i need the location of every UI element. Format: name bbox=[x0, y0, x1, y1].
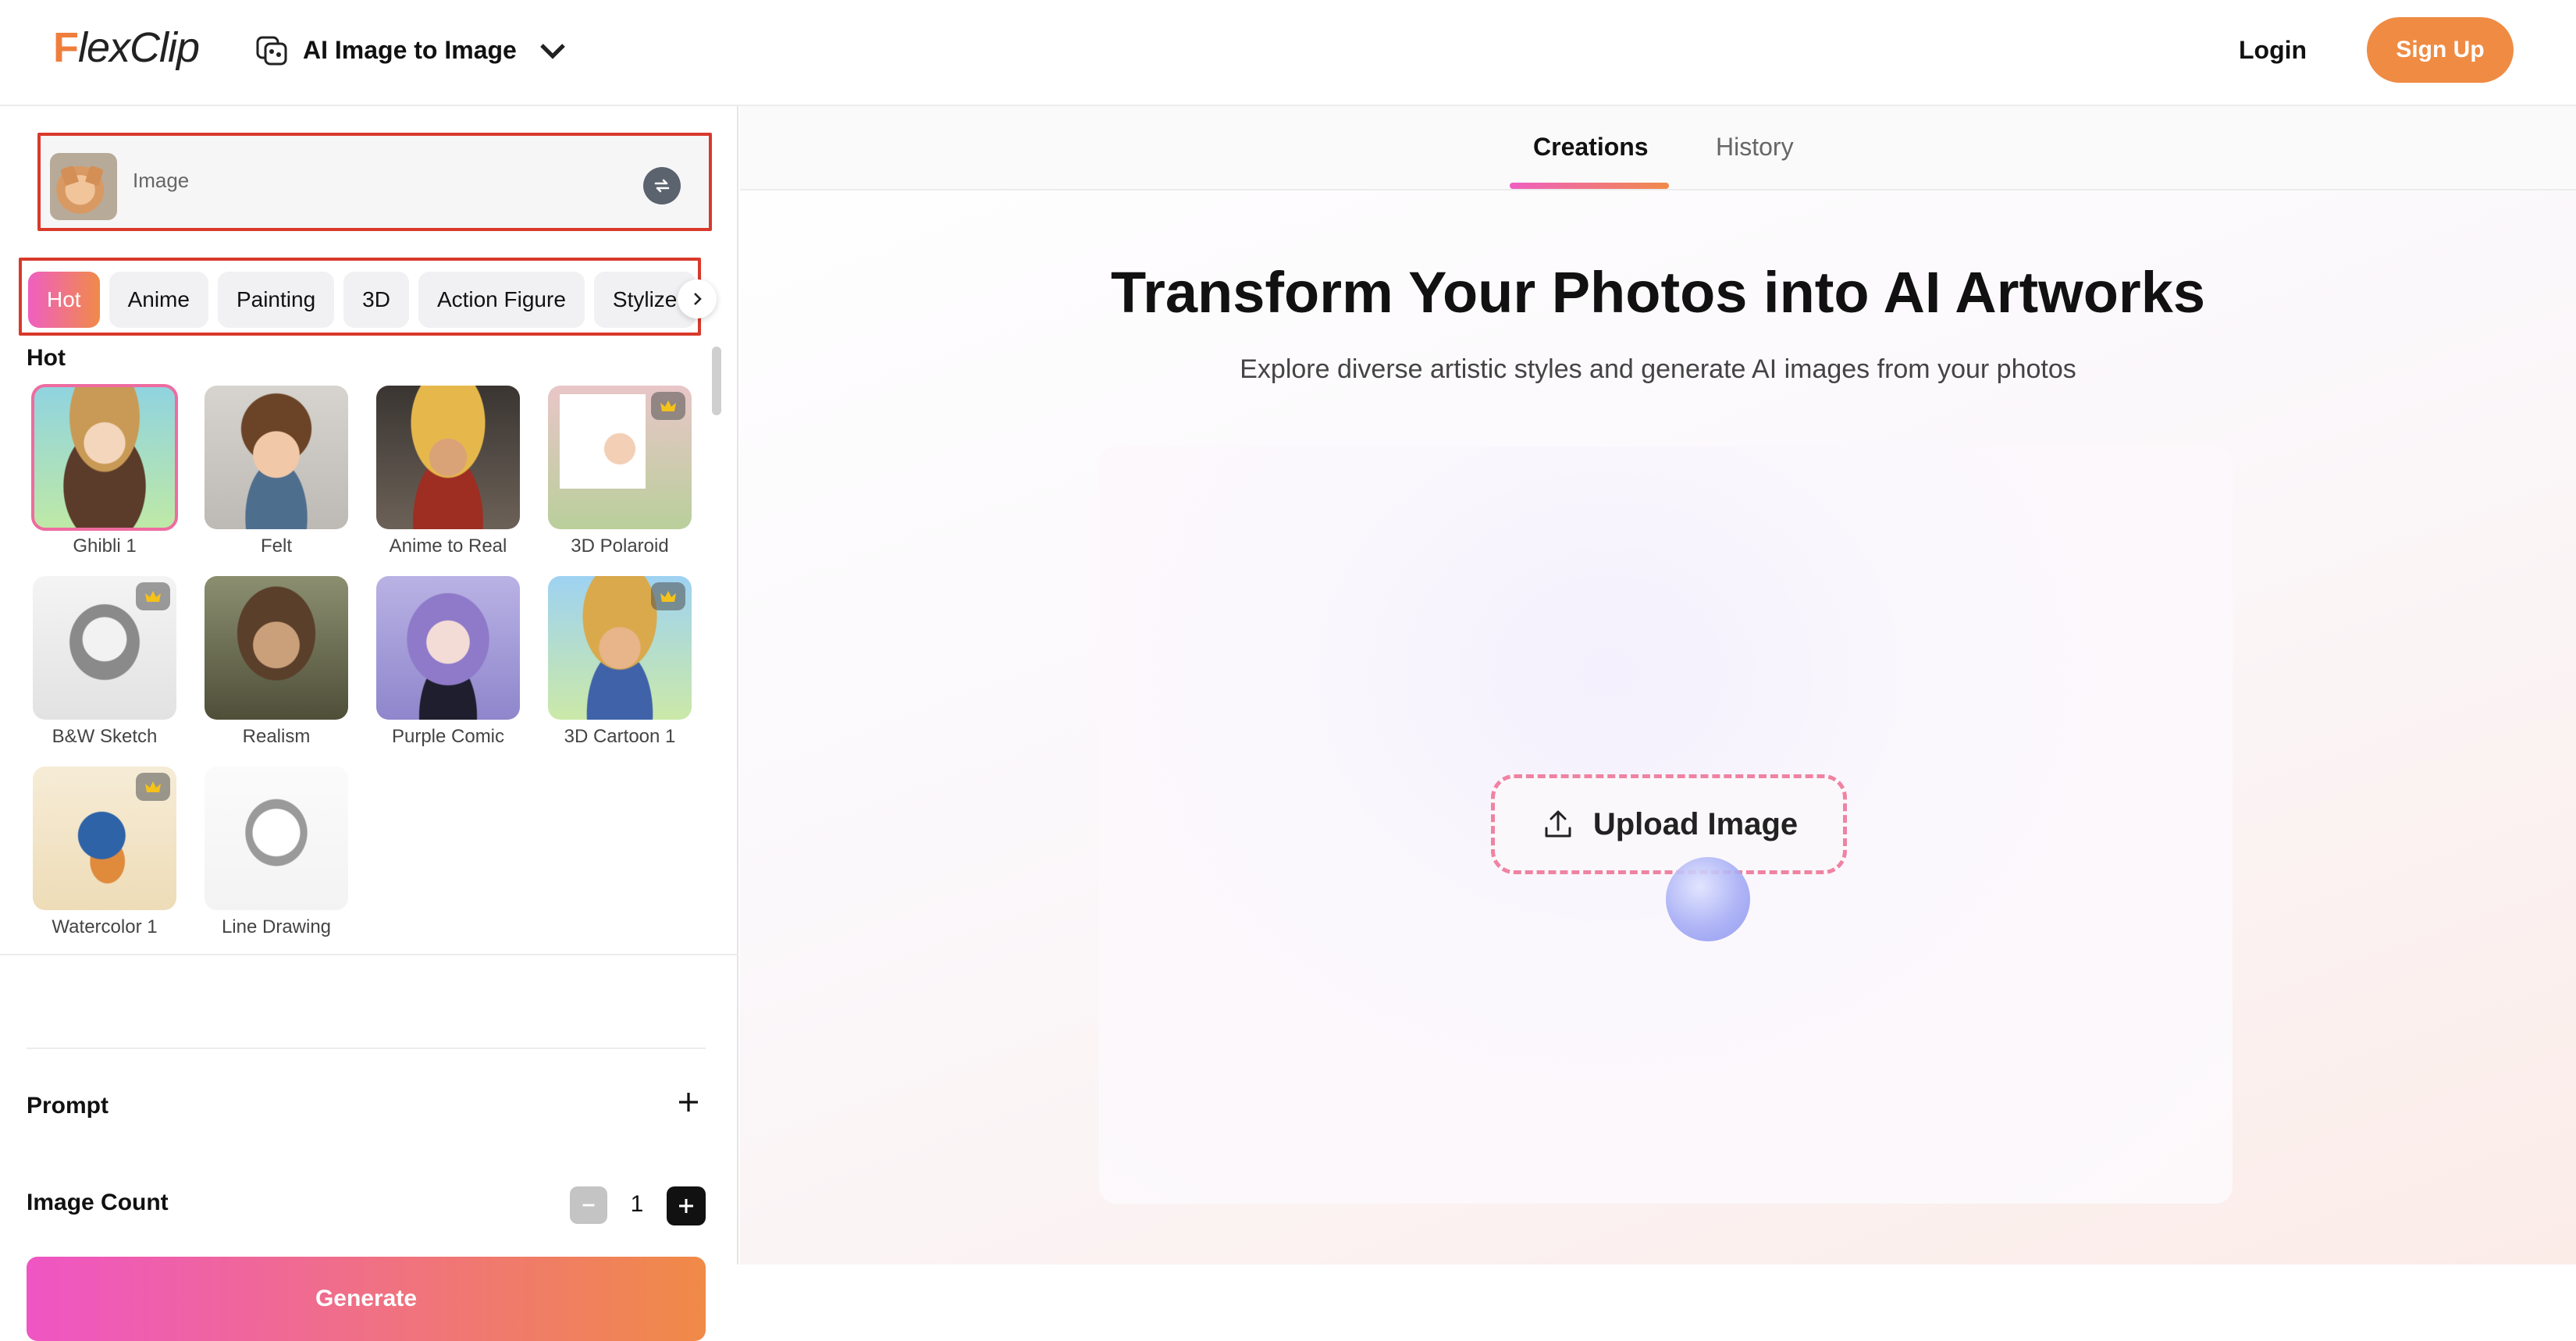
style-preview-image bbox=[205, 386, 348, 529]
style-card[interactable]: Anime to Real bbox=[376, 386, 520, 557]
style-name: 3D Polaroid bbox=[571, 535, 669, 557]
category-tab-3d[interactable]: 3D bbox=[343, 272, 409, 328]
divider bbox=[0, 954, 738, 955]
style-name: Realism bbox=[242, 726, 311, 747]
image-count-label: Image Count bbox=[27, 1190, 169, 1215]
chevron-down-icon bbox=[540, 44, 565, 59]
scroll-right-button[interactable] bbox=[678, 279, 717, 318]
style-preview-image bbox=[33, 576, 176, 720]
style-preview-image bbox=[31, 384, 178, 531]
premium-crown-icon bbox=[136, 773, 170, 801]
add-prompt-icon[interactable] bbox=[673, 1087, 704, 1118]
style-name: Line Drawing bbox=[221, 916, 332, 937]
swap-icon bbox=[654, 179, 670, 193]
style-card[interactable]: 3D Cartoon 1 bbox=[548, 576, 692, 748]
signup-button[interactable]: Sign Up bbox=[2367, 17, 2514, 83]
style-card[interactable]: 3D Polaroid bbox=[548, 386, 692, 557]
left-panel: Image Hot Anime Painting 3D Action Figure Sty… bbox=[0, 106, 738, 1341]
category-tab-hot[interactable]: Hot bbox=[28, 272, 100, 328]
replace-image-button[interactable] bbox=[643, 167, 681, 205]
section-title: Hot bbox=[27, 345, 66, 371]
prompt-label[interactable]: Prompt bbox=[27, 1093, 109, 1119]
style-card[interactable]: Felt bbox=[205, 386, 348, 557]
style-card[interactable]: Purple Comic bbox=[376, 576, 520, 748]
style-preview-image bbox=[376, 576, 520, 720]
style-card[interactable]: Line Drawing bbox=[205, 767, 348, 938]
style-preview-image bbox=[548, 386, 692, 529]
page-headline: Transform Your Photos into AI Artworks bbox=[1110, 260, 2206, 325]
generate-button[interactable]: Generate bbox=[27, 1257, 706, 1341]
upload-label: Upload Image bbox=[1592, 806, 1799, 841]
image-input[interactable]: Image bbox=[37, 133, 712, 231]
style-preview-image bbox=[376, 386, 520, 529]
category-tab-painting[interactable]: Painting bbox=[217, 272, 335, 328]
top-navbar: FlexClip AI Image to Image Login Sign Up bbox=[0, 0, 2576, 106]
tab-creations[interactable]: Creations bbox=[1533, 133, 1649, 162]
style-preview-image bbox=[205, 767, 348, 910]
style-name: Purple Comic bbox=[391, 726, 505, 747]
result-tabs: Creations History bbox=[740, 106, 2576, 190]
style-name: 3D Cartoon 1 bbox=[564, 726, 676, 747]
increase-count-button[interactable] bbox=[667, 1186, 706, 1225]
image-input-label: Image bbox=[133, 169, 190, 192]
palette-icon bbox=[256, 36, 287, 66]
premium-crown-icon bbox=[651, 392, 685, 420]
flexclip-logo[interactable]: FlexClip bbox=[53, 20, 200, 75]
cursor-bubble bbox=[1666, 857, 1750, 941]
product-name: AI Image to Image bbox=[303, 35, 517, 64]
style-name: B&W Sketch bbox=[52, 726, 158, 747]
decrease-count-button[interactable] bbox=[570, 1186, 607, 1224]
premium-crown-icon bbox=[136, 582, 170, 610]
plus-icon bbox=[679, 1199, 693, 1213]
logo-text: lexClip bbox=[78, 24, 200, 71]
style-card[interactable]: B&W Sketch bbox=[33, 576, 176, 748]
style-card[interactable]: Realism bbox=[205, 576, 348, 748]
active-tab-indicator bbox=[1510, 183, 1669, 189]
style-card[interactable]: Watercolor 1 bbox=[33, 767, 176, 938]
category-tab-action-figure[interactable]: Action Figure bbox=[418, 272, 585, 328]
product-selector[interactable]: AI Image to Image bbox=[253, 28, 571, 72]
scrollbar[interactable] bbox=[712, 347, 721, 415]
uploaded-image-thumbnail bbox=[50, 153, 117, 220]
style-card[interactable]: Ghibli 1 bbox=[31, 384, 178, 557]
divider bbox=[27, 1048, 706, 1049]
chevron-right-icon bbox=[694, 293, 702, 305]
style-preview-image bbox=[205, 576, 348, 720]
style-preview-image bbox=[548, 576, 692, 720]
login-link[interactable]: Login bbox=[2239, 30, 2307, 70]
style-preview-image bbox=[33, 767, 176, 910]
logo-letter: F bbox=[53, 24, 79, 71]
premium-crown-icon bbox=[651, 582, 685, 610]
tab-history[interactable]: History bbox=[1716, 133, 1794, 162]
style-name: Felt bbox=[260, 535, 292, 557]
upload-icon bbox=[1545, 810, 1571, 838]
main-area: Creations History Transform Your Photos … bbox=[740, 106, 2576, 1265]
upload-image-button[interactable]: Upload Image bbox=[1491, 774, 1847, 874]
page-subheadline: Explore diverse artistic styles and gene… bbox=[1240, 354, 2076, 384]
category-tab-anime[interactable]: Anime bbox=[109, 272, 208, 328]
style-name: Anime to Real bbox=[389, 535, 507, 557]
minus-icon bbox=[582, 1204, 595, 1207]
image-count-value: 1 bbox=[630, 1191, 644, 1217]
style-name: Ghibli 1 bbox=[73, 535, 137, 557]
style-category-tabs: Hot Anime Painting 3D Action Figure Stylize bbox=[19, 258, 717, 336]
style-name: Watercolor 1 bbox=[52, 916, 158, 937]
